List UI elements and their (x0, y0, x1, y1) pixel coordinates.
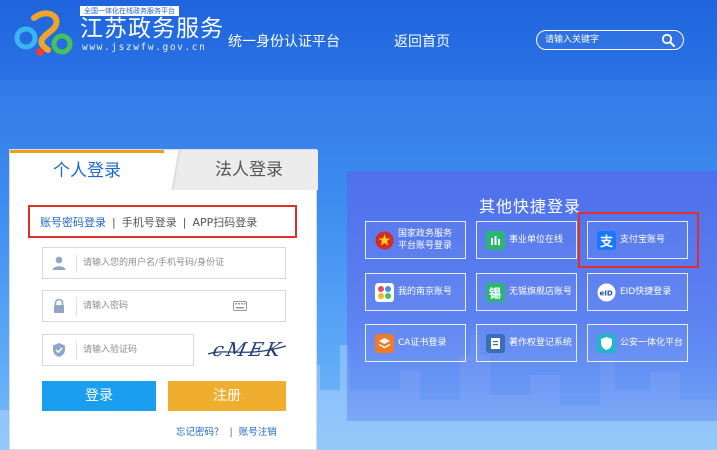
quick-ca-button[interactable]: CA证书登录 (365, 324, 466, 362)
captcha-input[interactable] (83, 342, 183, 358)
quick-label-line: 国家政务服务 (398, 229, 453, 239)
alipay-highlight-box (578, 212, 699, 268)
eid-icon: eID (597, 283, 616, 302)
username-input[interactable] (83, 255, 253, 271)
lock-icon (54, 298, 64, 313)
register-button[interactable]: 注册 (168, 381, 286, 411)
method-account-password[interactable]: 账号密码登录 (40, 216, 106, 229)
quick-label: 无锡旗舰店账号 (509, 287, 573, 297)
national-emblem-icon (375, 231, 394, 250)
nav-home[interactable]: 返回首页 (394, 31, 450, 51)
search-icon[interactable] (661, 33, 675, 47)
field-divider (76, 297, 77, 316)
method-app-scan[interactable]: APP扫码登录 (192, 216, 257, 229)
login-method-row: 账号密码登录 | 手机号登录 | APP扫码登录 (40, 214, 257, 230)
quick-login-title: 其他快捷登录 (479, 197, 582, 216)
bottom-links: 忘记密码？ | 账号注销 (176, 424, 277, 438)
quick-label: 国家政务服务 平台账号登录 (398, 222, 452, 258)
captcha-image[interactable]: cMEK (206, 336, 288, 366)
quick-label-line: 平台账号登录 (398, 241, 453, 251)
copyright-icon (486, 334, 505, 353)
ca-certificate-icon (375, 334, 394, 353)
svg-text:eID: eID (600, 290, 613, 298)
quick-copyright-button[interactable]: 著作权登记系统 (476, 324, 577, 362)
captcha-field (42, 334, 194, 366)
quick-national-platform-button[interactable]: 国家政务服务 平台账号登录 (365, 221, 466, 259)
password-field (42, 290, 286, 322)
field-divider (76, 341, 77, 360)
method-phone[interactable]: 手机号登录 (122, 216, 177, 229)
tab-divider (164, 150, 186, 190)
site-url: www.jszwfw.gov.cn (82, 42, 207, 53)
site-title: 江苏政务服务 (80, 16, 224, 42)
login-panel: 法人登录 个人登录 账号密码登录 | 手机号登录 | APP扫码登录 请输入您的… (9, 149, 318, 450)
cancel-account-link[interactable]: 账号注销 (239, 427, 277, 438)
tab-corporate-login[interactable]: 法人登录 (164, 150, 318, 190)
quick-eid-button[interactable]: eID EID快捷登录 (587, 273, 688, 311)
tab-personal-login[interactable]: 个人登录 (10, 150, 164, 190)
svg-text:锡: 锡 (489, 286, 501, 301)
quick-police-button[interactable]: 公安一体化平台 (587, 324, 688, 362)
quick-label: CA证书登录 (398, 338, 447, 348)
search-box (536, 30, 684, 50)
login-button[interactable]: 登录 (42, 381, 156, 411)
header: 全国一体化在线政务服务平台 江苏政务服务 www.jszwfw.gov.cn 统… (0, 0, 717, 80)
forgot-password-link[interactable]: 忘记密码？ (176, 427, 224, 438)
quick-label: 公安一体化平台 (620, 338, 684, 348)
link-separator: | (229, 427, 233, 438)
institution-icon (486, 231, 505, 250)
quick-label: 事业单位在线 (509, 235, 564, 245)
logo-icon (14, 10, 73, 56)
login-method-selector: 账号密码登录 | 手机号登录 | APP扫码登录 (28, 205, 297, 238)
password-input[interactable] (83, 298, 253, 314)
nanjing-icon (375, 283, 394, 302)
quick-label: EID快捷登录 (620, 287, 672, 297)
logo-subtitle: 全国一体化在线政务服务平台 (80, 6, 179, 16)
method-separator: | (112, 216, 116, 229)
user-icon (52, 256, 66, 270)
quick-wuxi-button[interactable]: 锡 无锡旗舰店账号 (476, 273, 577, 311)
quick-nanjing-button[interactable]: 我的南京账号 (365, 273, 466, 311)
quick-institution-button[interactable]: 事业单位在线 (476, 221, 577, 259)
field-divider (76, 254, 77, 273)
method-separator: | (182, 216, 187, 229)
keyboard-icon[interactable] (233, 301, 247, 311)
wuxi-icon: 锡 (486, 283, 505, 302)
username-field (42, 247, 286, 279)
quick-label: 著作权登记系统 (509, 338, 573, 348)
search-input[interactable] (545, 33, 655, 47)
quick-label: 我的南京账号 (398, 287, 453, 297)
shield-icon (53, 343, 65, 357)
police-icon (597, 334, 616, 353)
nav-identity-platform[interactable]: 统一身份认证平台 (228, 31, 340, 51)
